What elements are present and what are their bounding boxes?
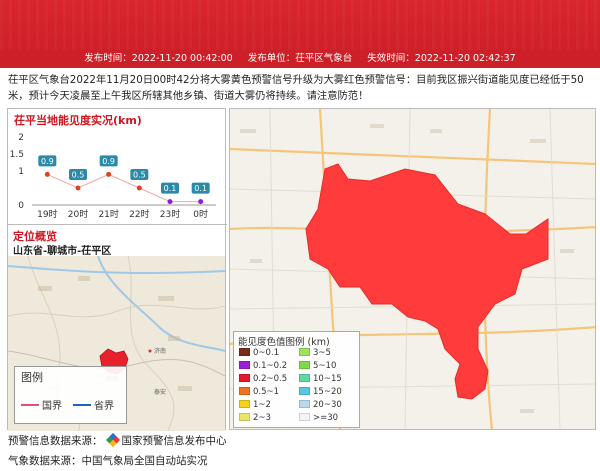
legend-item: 0.2~0.5 — [239, 374, 287, 385]
location-overview: 定位概览 山东省-聊城市-茌平区 聊城 济南 泰安 — [8, 224, 227, 431]
visibility-point — [106, 171, 112, 177]
visibility-point — [167, 199, 173, 205]
header-banner — [0, 0, 600, 50]
legend-item: 15~20 — [299, 387, 342, 398]
legend-provincial-border: 省界 — [73, 397, 114, 412]
y-tick-label: 0 — [18, 201, 24, 211]
legend-label: 0~0.1 — [253, 348, 280, 358]
legend-label: 1~2 — [253, 400, 271, 410]
legend-item: 3~5 — [299, 348, 331, 359]
weather-data-source: 气象数据来源：中国气象局全国自动站实况 — [8, 455, 208, 467]
x-tick-label: 23时 — [160, 208, 180, 220]
legend-swatch — [239, 387, 250, 395]
warning-source: 预警信息数据来源： 国家预警信息发布中心 — [8, 432, 227, 448]
data-label: 0.1 — [164, 184, 177, 193]
x-tick-label: 19时 — [37, 208, 57, 220]
legend-label: 2~3 — [253, 413, 271, 423]
visibility-chart-title: 茌平当地能见度实况(km) — [14, 114, 142, 127]
legend-item: 5~10 — [299, 361, 336, 372]
minimap-legend: 图例 国界 省界 — [14, 366, 127, 424]
legend-item: >=30 — [299, 413, 338, 424]
legend-label: 3~5 — [313, 348, 331, 358]
y-tick-label: 1.5 — [10, 150, 24, 160]
legend-label: 15~20 — [313, 387, 342, 397]
legend-swatch — [239, 361, 250, 369]
legend-swatch — [239, 413, 250, 421]
data-label: 0.9 — [102, 157, 115, 166]
warning-center-logo-icon — [105, 432, 120, 448]
minimap-city-jinan: 济南 — [154, 347, 166, 355]
legend-label: 0.5~1 — [253, 387, 280, 397]
publish-time: 发布时间：2022-11-20 00:42:00 — [84, 53, 233, 64]
legend-swatch — [239, 400, 250, 408]
location-path: 山东省-聊城市-茌平区 — [13, 246, 112, 257]
warning-source-name[interactable]: 国家预警信息发布中心 — [122, 435, 227, 447]
visibility-legend-title: 能见度色值图例 (km) — [238, 337, 330, 348]
provincial-border-line-icon — [73, 404, 91, 406]
legend-item: 0.5~1 — [239, 387, 279, 398]
data-label: 0.9 — [41, 157, 54, 166]
minimap-legend-title: 图例 — [21, 371, 43, 384]
y-tick-label: 1 — [18, 167, 24, 177]
visibility-point — [44, 171, 50, 177]
legend-swatch — [299, 374, 310, 382]
legend-swatch — [239, 374, 250, 382]
legend-swatch — [299, 348, 310, 356]
legend-item: 2~3 — [239, 413, 271, 424]
warning-source-prefix: 预警信息数据来源： — [8, 435, 103, 447]
visibility-point — [198, 199, 204, 205]
legend-item: 20~30 — [299, 400, 342, 411]
data-label: 0.5 — [133, 171, 146, 180]
legend-label: >=30 — [313, 413, 339, 423]
warning-description: 茌平区气象台2022年11月20日00时42分将大雾黄色预警信号升级为大雾红色预… — [8, 74, 584, 102]
left-panel: 茌平当地能见度实况(km) 0 1 1.5 2 0.9 19时 0.5 20时 0.9 21时 0.… — [7, 108, 227, 431]
x-tick-label: 22时 — [129, 208, 149, 220]
publisher: 发布单位：茌平区气象台 — [247, 53, 353, 64]
data-label: 0.5 — [72, 171, 85, 180]
legend-item: 0.1~0.2 — [239, 361, 287, 372]
legend-label: 20~30 — [313, 400, 342, 410]
legend-label: 5~10 — [313, 361, 337, 371]
x-tick-label: 0时 — [193, 208, 208, 220]
legend-swatch — [299, 387, 310, 395]
x-tick-label: 20时 — [68, 208, 88, 220]
legend-swatch — [299, 413, 310, 421]
publish-info-bar: 发布时间：2022-11-20 00:42:00 发布单位：茌平区气象台 失效时… — [0, 50, 600, 68]
legend-item: 10~15 — [299, 374, 342, 385]
legend-label: 10~15 — [313, 374, 342, 384]
legend-swatch — [299, 400, 310, 408]
visibility-chart: 0 1 1.5 2 0.9 19时 0.5 20时 0.9 21时 0.5 22时 0.1 23时 0.1 0… — [10, 133, 216, 220]
minimap-city-taian: 泰安 — [154, 388, 166, 396]
legend-item: 0~0.1 — [239, 348, 279, 359]
legend-swatch — [299, 361, 310, 369]
national-border-line-icon — [21, 404, 39, 406]
visibility-point — [136, 185, 142, 191]
data-label: 0.1 — [194, 184, 207, 193]
warning-area-map[interactable]: 能见度色值图例 (km) 0~0.1 3~5 0.1~0.2 5~10 0.2~0.5 1… — [229, 108, 596, 430]
x-tick-label: 21时 — [98, 208, 118, 220]
legend-swatch — [239, 348, 250, 356]
legend-label: 0.2~0.5 — [253, 374, 288, 384]
legend-national-border: 国界 — [21, 397, 62, 412]
visibility-point — [75, 185, 81, 191]
visibility-color-legend: 能见度色值图例 (km) 0~0.1 3~5 0.1~0.2 5~10 0.2~0.5 1… — [233, 331, 360, 428]
y-tick-label: 2 — [18, 133, 24, 143]
expire-time: 失效时间：2022-11-20 02:42:37 — [367, 53, 516, 64]
legend-label: 0.1~0.2 — [253, 361, 288, 371]
legend-item: 1~2 — [239, 400, 271, 411]
